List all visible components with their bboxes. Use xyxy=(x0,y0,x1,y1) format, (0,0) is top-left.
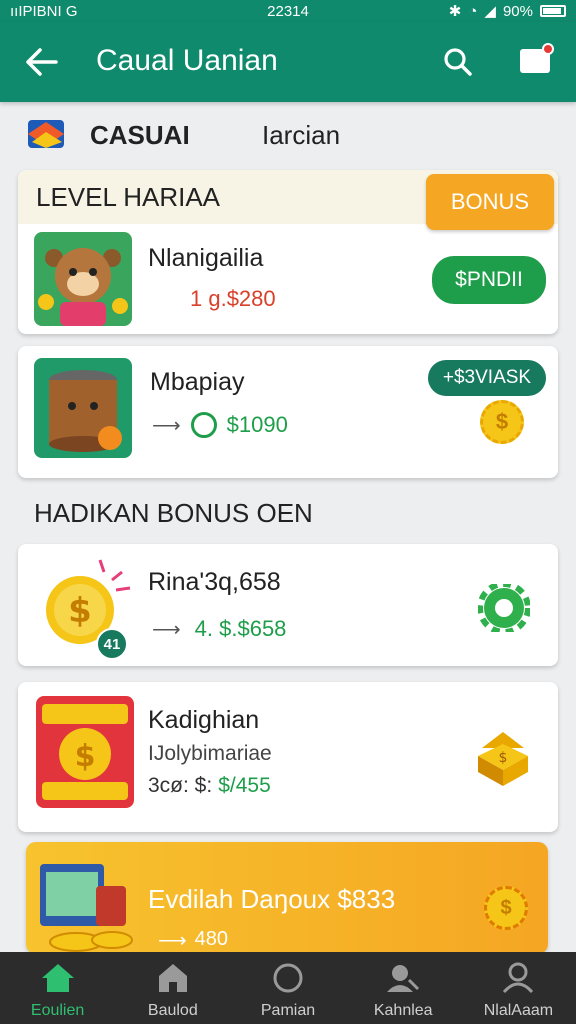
list-item[interactable]: $ 41 Rina'3q,658 ⟶ 4. $.$658 xyxy=(18,544,558,666)
svg-text:$: $ xyxy=(499,750,508,766)
barrel-game-thumbnail xyxy=(34,358,132,458)
bonus-badge-label: BONUS xyxy=(450,189,530,214)
notification-dot xyxy=(542,43,554,55)
bottom-tab-bar: Eoulien Baulod Pamian Kahnlea NlalAaam xyxy=(0,952,576,1024)
item-price-row: 3cø: $: $/455 xyxy=(148,774,271,798)
tab-label: Kahnlea xyxy=(373,1002,433,1019)
tab-label: Baulod xyxy=(147,1002,198,1019)
gear-icon xyxy=(477,581,531,635)
search-button[interactable] xyxy=(438,42,478,82)
bluetooth-icon: ✱ xyxy=(448,3,462,20)
category-subtitle: Iarcian xyxy=(262,120,341,150)
item-price-row: ⟶ 4. $.$658 xyxy=(152,616,286,642)
promo-price: 480 xyxy=(194,928,229,950)
svg-text:$: $ xyxy=(68,591,92,631)
house-icon xyxy=(158,964,187,992)
item-price: $/455 xyxy=(218,774,271,797)
clock-icon xyxy=(190,412,217,438)
bonus-game-thumbnail: $ xyxy=(36,696,134,808)
arrow-icon: ⟶ xyxy=(152,414,181,437)
spend-button[interactable]: $PNDII xyxy=(432,256,546,304)
item-name: Nlanigailia xyxy=(148,244,264,272)
section-title: HADIKAN BONUS OEN xyxy=(34,498,313,528)
search-icon xyxy=(444,48,472,76)
tab-label: Pamian xyxy=(260,1002,316,1019)
tab-build[interactable]: Baulod xyxy=(115,952,230,1024)
coin-gear-icon: $ xyxy=(480,400,524,444)
item-price-prefix: 3cø: $: xyxy=(148,774,213,797)
back-button[interactable] xyxy=(22,42,62,82)
coin-gear-icon: $ xyxy=(484,886,528,930)
level-section-card: LEVEL HARIAA BONUS Nlanigailia 1 g.$280 … xyxy=(18,170,558,334)
circle-icon xyxy=(273,963,303,993)
category-name: CASUAI xyxy=(90,120,190,150)
home-icon xyxy=(41,964,74,992)
status-icons: ✱ ◔ ◢ 90% xyxy=(449,2,566,20)
item-name: Rina'3q,658 xyxy=(148,568,281,596)
item-name: Kadighian xyxy=(148,706,260,734)
page-title: Caual Uanian xyxy=(96,44,278,77)
item-price-row: ⟶ $1090 xyxy=(152,412,288,438)
coin-thumbnail: $ 41 xyxy=(38,554,138,660)
list-item[interactable]: Mbapiay ⟶ $1090 +$3VIASK $ xyxy=(18,346,558,478)
task-button-label: +$3VIASK xyxy=(442,367,532,388)
app-bar: Caual Uanian xyxy=(0,22,576,102)
promo-banner[interactable]: Evdilah Daŋoux $833 ⟶ 480 $ xyxy=(26,842,548,954)
level-badge: 41 xyxy=(96,628,128,660)
item-price: 4. $.$658 xyxy=(194,616,287,641)
battery-icon xyxy=(540,5,566,17)
item-price: $1090 xyxy=(226,412,288,437)
bonus-banner-icon: $ xyxy=(42,704,128,800)
item-name: Mbapiay xyxy=(150,368,245,396)
spend-button-label: $PNDII xyxy=(455,268,523,291)
barrel-character-icon xyxy=(49,370,122,452)
level-badge-label: 41 xyxy=(103,635,121,653)
wifi-icon: ◔ xyxy=(468,2,478,20)
bear-character-icon xyxy=(38,248,128,326)
signal-icon: ◢ xyxy=(484,3,496,20)
treasure-chest-icon: $ xyxy=(472,726,534,790)
task-button[interactable]: +$3VIASK xyxy=(428,360,546,396)
tablet-coins-icon xyxy=(40,864,133,952)
arrow-icon: ⟶ xyxy=(152,618,181,641)
notifications-button[interactable] xyxy=(514,40,556,82)
bear-game-thumbnail xyxy=(34,232,132,326)
category-row: CASUAI Iarcian xyxy=(0,102,576,168)
category-logo-icon xyxy=(28,120,64,148)
item-price: 1 g.$280 xyxy=(190,286,276,311)
tab-label: Eoulien xyxy=(30,1002,85,1019)
bonus-badge[interactable]: BONUS xyxy=(426,174,554,230)
tab-plan[interactable]: Pamian xyxy=(230,952,345,1024)
person-search-icon xyxy=(387,965,420,992)
profile-icon xyxy=(503,962,534,994)
section-title: LEVEL HARIAA xyxy=(36,182,221,212)
promo-title: Evdilah Daŋoux $833 xyxy=(148,884,396,914)
tab-home[interactable]: Eoulien xyxy=(0,952,115,1024)
arrow-icon: ⟶ xyxy=(158,930,187,952)
svg-text:$: $ xyxy=(75,739,96,774)
back-arrow-icon xyxy=(26,48,58,76)
battery-percent: 90% xyxy=(502,2,533,20)
tab-search-people[interactable]: Kahnlea xyxy=(346,952,461,1024)
tab-profile[interactable]: NlalAaam xyxy=(461,952,576,1024)
status-carrier: ııIPIBNI G xyxy=(10,2,78,20)
list-item[interactable]: $ Kadighian IJolybimariae 3cø: $: $/455 … xyxy=(18,682,558,832)
status-bar: ııIPIBNI G 22314 ✱ ◔ ◢ 90% xyxy=(0,0,576,22)
tab-label: NlalAaam xyxy=(483,1002,554,1019)
list-item[interactable]: Nlanigailia 1 g.$280 $PNDII xyxy=(18,224,558,334)
item-subtitle: IJolybimariae xyxy=(148,742,272,765)
promo-thumbnail xyxy=(36,856,140,954)
mail-icon xyxy=(520,43,554,73)
settings-gear-button[interactable] xyxy=(477,581,531,635)
promo-price-row: ⟶ 480 xyxy=(158,928,228,953)
